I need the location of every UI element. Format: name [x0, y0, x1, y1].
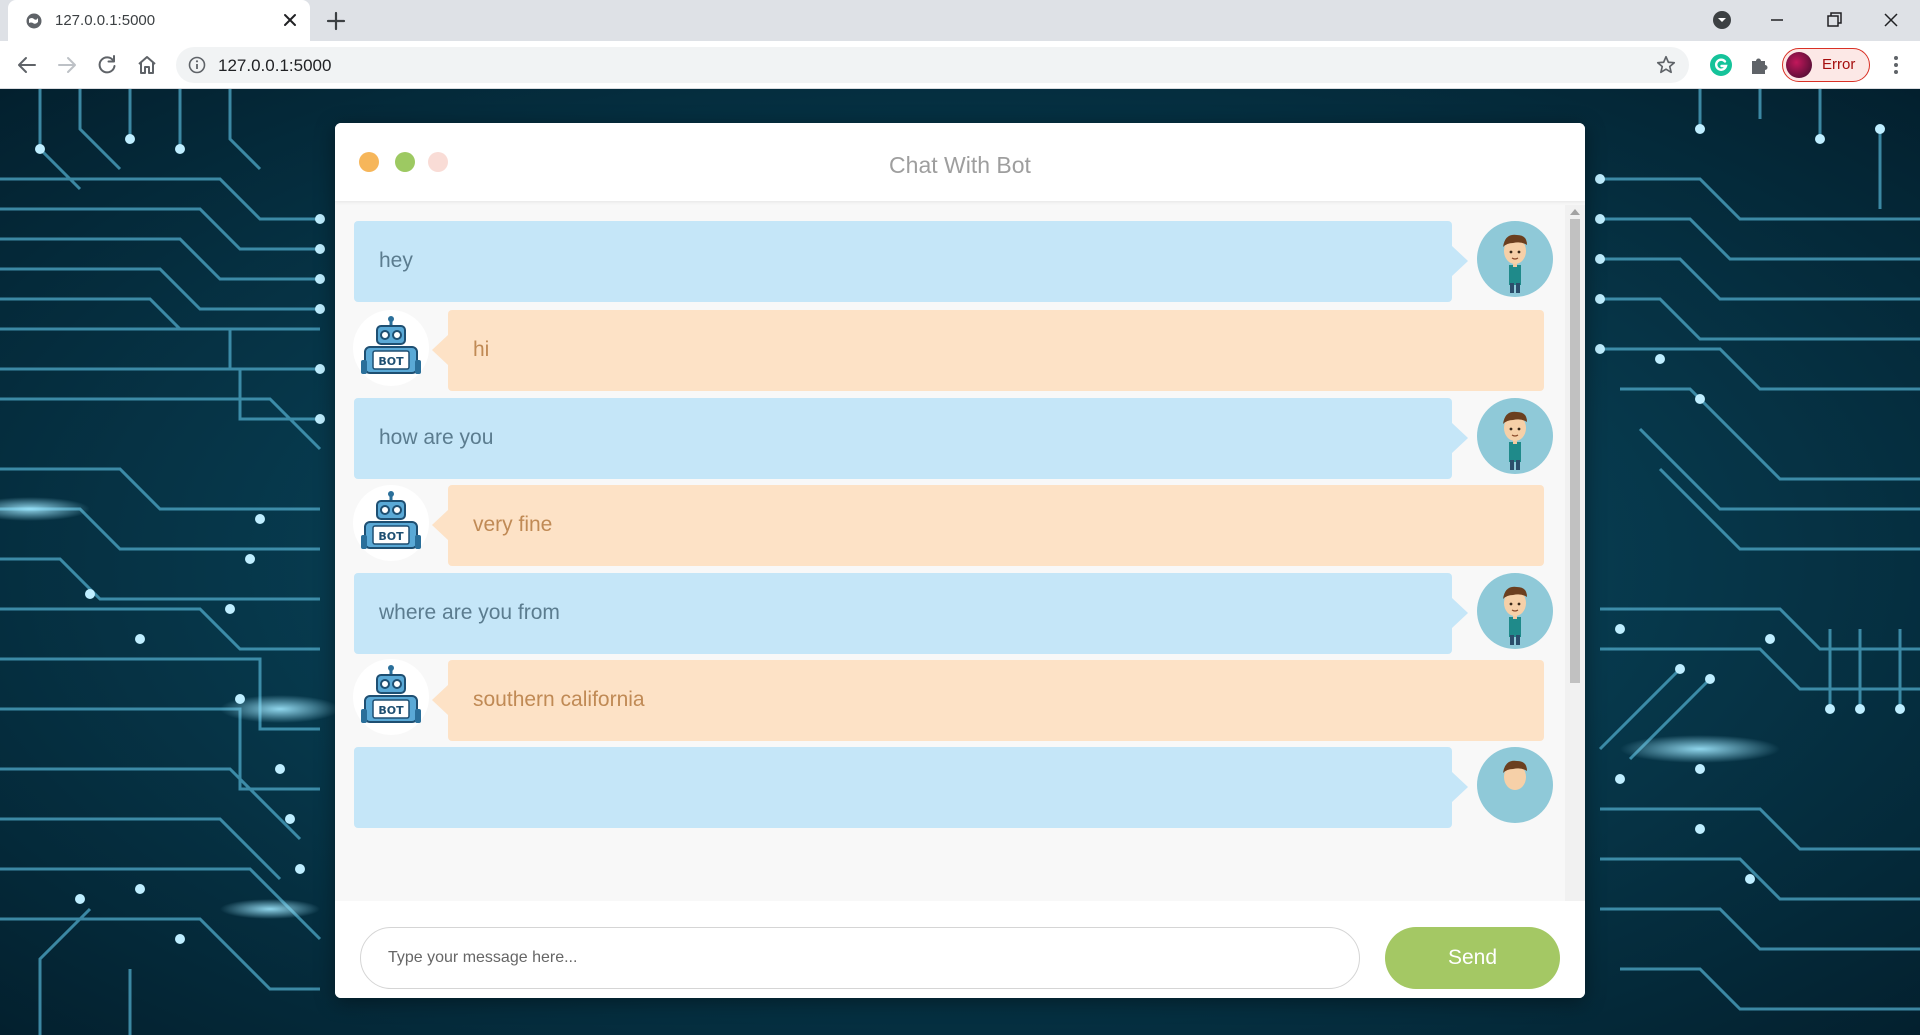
grammarly-icon[interactable] [1709, 53, 1733, 77]
message-list: hey BOT hi how are you BOT very fine whe… [335, 201, 1585, 901]
back-icon[interactable] [15, 53, 39, 77]
tab-strip: 127.0.0.1:5000 [0, 0, 1920, 41]
user-avatar-icon [1477, 398, 1553, 474]
message-text: very fine [473, 513, 553, 536]
tab-title: 127.0.0.1:5000 [55, 12, 156, 29]
profile-error-label: Error [1822, 56, 1856, 73]
bot-avatar-icon: BOT [353, 310, 429, 386]
scroll-thumb[interactable] [1570, 219, 1580, 683]
close-window-icon[interactable] [1879, 8, 1903, 32]
restore-icon[interactable] [1822, 8, 1846, 32]
user-message-partial [354, 747, 1468, 828]
message-input[interactable] [360, 927, 1360, 989]
message-text: where are you from [379, 601, 560, 624]
globe-icon [26, 13, 42, 29]
profile-button[interactable]: Error [1782, 48, 1870, 82]
browser-tab[interactable]: 127.0.0.1:5000 [8, 0, 310, 41]
user-message: where are you from [354, 573, 1468, 654]
plus-icon[interactable] [325, 10, 347, 32]
send-button[interactable]: Send [1385, 927, 1560, 989]
star-icon[interactable] [1655, 54, 1677, 76]
bot-avatar-icon: BOT [353, 659, 429, 735]
puzzle-icon[interactable] [1748, 53, 1772, 77]
chat-header: Chat With Bot [335, 123, 1585, 201]
reload-icon[interactable] [95, 53, 119, 77]
close-icon[interactable] [281, 11, 299, 29]
svg-text:BOT: BOT [378, 355, 404, 368]
info-icon[interactable] [188, 56, 206, 74]
bot-message: very fine [432, 485, 1544, 566]
scroll-up-arrow-icon[interactable] [1570, 209, 1580, 215]
url-text[interactable]: 127.0.0.1:5000 [218, 56, 331, 76]
more-vert-icon[interactable] [1884, 53, 1908, 77]
user-avatar-icon [1477, 573, 1553, 649]
user-avatar-icon [1477, 221, 1553, 297]
user-avatar-icon [1477, 747, 1553, 823]
chat-footer: Send [335, 901, 1585, 998]
minimize-icon[interactable] [1765, 8, 1789, 32]
message-text: hey [379, 249, 413, 272]
browser-toolbar: 127.0.0.1:5000 Error [0, 41, 1920, 89]
message-text: hi [473, 338, 490, 361]
chat-title: Chat With Bot [889, 152, 1031, 178]
avatar [1786, 52, 1812, 78]
forward-icon[interactable] [55, 53, 79, 77]
tab-search-icon[interactable] [1710, 8, 1734, 32]
page-viewport: Chat With Bot hey BOT hi how are you BOT… [0, 89, 1920, 1035]
message-scrollbar[interactable] [1565, 205, 1585, 901]
bot-avatar-icon: BOT [353, 485, 429, 561]
address-bar[interactable]: 127.0.0.1:5000 [176, 47, 1689, 83]
user-message: hey [354, 221, 1468, 302]
chat-window: Chat With Bot hey BOT hi how are you BOT… [335, 123, 1585, 998]
user-message: how are you [354, 398, 1468, 479]
svg-text:BOT: BOT [378, 704, 404, 717]
bot-message: hi [432, 310, 1544, 391]
home-icon[interactable] [135, 53, 159, 77]
bot-message: southern california [432, 660, 1544, 741]
message-text: southern california [473, 688, 645, 711]
message-text: how are you [379, 426, 494, 449]
svg-text:BOT: BOT [378, 530, 404, 543]
